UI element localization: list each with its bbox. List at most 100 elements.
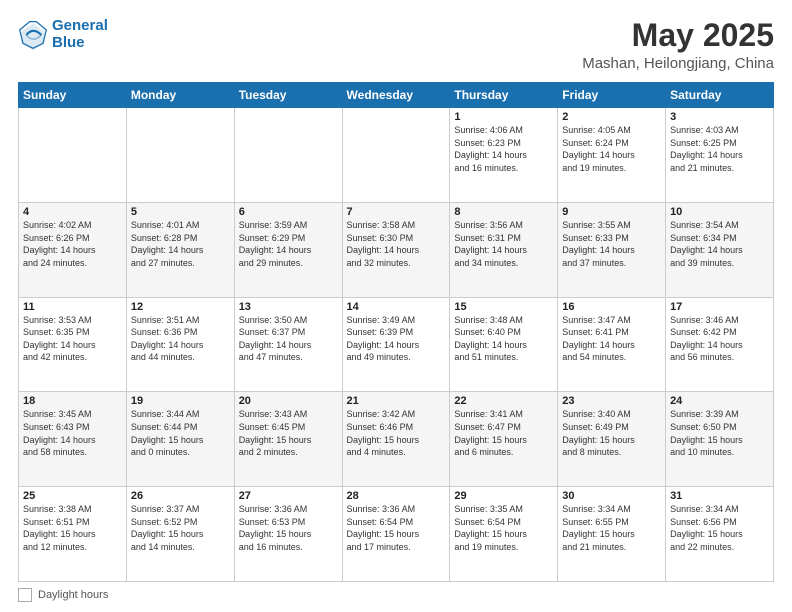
- day-number: 2: [562, 111, 661, 123]
- header: General Blue May 2025 Mashan, Heilongjia…: [18, 18, 774, 72]
- calendar-cell: 20Sunrise: 3:43 AM Sunset: 6:45 PM Dayli…: [234, 392, 342, 487]
- calendar-cell: [126, 108, 234, 203]
- day-number: 25: [23, 490, 122, 502]
- day-number: 29: [454, 490, 553, 502]
- calendar-cell: 22Sunrise: 3:41 AM Sunset: 6:47 PM Dayli…: [450, 392, 558, 487]
- calendar-week-2: 11Sunrise: 3:53 AM Sunset: 6:35 PM Dayli…: [19, 297, 774, 392]
- calendar-cell: 2Sunrise: 4:05 AM Sunset: 6:24 PM Daylig…: [558, 108, 666, 203]
- day-number: 6: [239, 206, 338, 218]
- day-number: 22: [454, 395, 553, 407]
- calendar-cell: 31Sunrise: 3:34 AM Sunset: 6:56 PM Dayli…: [666, 487, 774, 582]
- page: General Blue May 2025 Mashan, Heilongjia…: [0, 0, 792, 612]
- calendar-table: SundayMondayTuesdayWednesdayThursdayFrid…: [18, 82, 774, 582]
- day-info: Sunrise: 3:40 AM Sunset: 6:49 PM Dayligh…: [562, 408, 661, 458]
- day-number: 14: [347, 301, 446, 313]
- day-number: 21: [347, 395, 446, 407]
- day-number: 7: [347, 206, 446, 218]
- day-number: 31: [670, 490, 769, 502]
- day-info: Sunrise: 4:03 AM Sunset: 6:25 PM Dayligh…: [670, 124, 769, 174]
- calendar-week-0: 1Sunrise: 4:06 AM Sunset: 6:23 PM Daylig…: [19, 108, 774, 203]
- calendar-cell: 16Sunrise: 3:47 AM Sunset: 6:41 PM Dayli…: [558, 297, 666, 392]
- calendar-cell: 18Sunrise: 3:45 AM Sunset: 6:43 PM Dayli…: [19, 392, 127, 487]
- day-info: Sunrise: 3:49 AM Sunset: 6:39 PM Dayligh…: [347, 314, 446, 364]
- calendar-cell: 11Sunrise: 3:53 AM Sunset: 6:35 PM Dayli…: [19, 297, 127, 392]
- day-info: Sunrise: 3:38 AM Sunset: 6:51 PM Dayligh…: [23, 503, 122, 553]
- day-number: 30: [562, 490, 661, 502]
- month-title: May 2025: [582, 18, 774, 53]
- day-info: Sunrise: 3:51 AM Sunset: 6:36 PM Dayligh…: [131, 314, 230, 364]
- day-number: 10: [670, 206, 769, 218]
- calendar-cell: 13Sunrise: 3:50 AM Sunset: 6:37 PM Dayli…: [234, 297, 342, 392]
- calendar-cell: 17Sunrise: 3:46 AM Sunset: 6:42 PM Dayli…: [666, 297, 774, 392]
- day-info: Sunrise: 3:37 AM Sunset: 6:52 PM Dayligh…: [131, 503, 230, 553]
- daylight-box: [18, 588, 32, 602]
- calendar-cell: 26Sunrise: 3:37 AM Sunset: 6:52 PM Dayli…: [126, 487, 234, 582]
- day-number: 17: [670, 301, 769, 313]
- calendar-cell: 10Sunrise: 3:54 AM Sunset: 6:34 PM Dayli…: [666, 202, 774, 297]
- subtitle: Mashan, Heilongjiang, China: [582, 55, 774, 72]
- calendar-cell: 30Sunrise: 3:34 AM Sunset: 6:55 PM Dayli…: [558, 487, 666, 582]
- day-info: Sunrise: 3:58 AM Sunset: 6:30 PM Dayligh…: [347, 219, 446, 269]
- calendar-cell: 9Sunrise: 3:55 AM Sunset: 6:33 PM Daylig…: [558, 202, 666, 297]
- day-info: Sunrise: 3:50 AM Sunset: 6:37 PM Dayligh…: [239, 314, 338, 364]
- calendar-cell: [342, 108, 450, 203]
- title-block: May 2025 Mashan, Heilongjiang, China: [582, 18, 774, 72]
- calendar-week-1: 4Sunrise: 4:02 AM Sunset: 6:26 PM Daylig…: [19, 202, 774, 297]
- calendar-cell: [234, 108, 342, 203]
- calendar-cell: 29Sunrise: 3:35 AM Sunset: 6:54 PM Dayli…: [450, 487, 558, 582]
- calendar-cell: 8Sunrise: 3:56 AM Sunset: 6:31 PM Daylig…: [450, 202, 558, 297]
- day-info: Sunrise: 3:47 AM Sunset: 6:41 PM Dayligh…: [562, 314, 661, 364]
- calendar-cell: 28Sunrise: 3:36 AM Sunset: 6:54 PM Dayli…: [342, 487, 450, 582]
- day-number: 13: [239, 301, 338, 313]
- calendar-cell: 27Sunrise: 3:36 AM Sunset: 6:53 PM Dayli…: [234, 487, 342, 582]
- day-number: 4: [23, 206, 122, 218]
- day-number: 9: [562, 206, 661, 218]
- day-number: 28: [347, 490, 446, 502]
- day-number: 23: [562, 395, 661, 407]
- header-cell-friday: Friday: [558, 83, 666, 108]
- day-info: Sunrise: 3:34 AM Sunset: 6:56 PM Dayligh…: [670, 503, 769, 553]
- header-cell-wednesday: Wednesday: [342, 83, 450, 108]
- calendar-week-4: 25Sunrise: 3:38 AM Sunset: 6:51 PM Dayli…: [19, 487, 774, 582]
- day-info: Sunrise: 3:41 AM Sunset: 6:47 PM Dayligh…: [454, 408, 553, 458]
- day-number: 3: [670, 111, 769, 123]
- calendar-body: 1Sunrise: 4:06 AM Sunset: 6:23 PM Daylig…: [19, 108, 774, 582]
- header-cell-thursday: Thursday: [450, 83, 558, 108]
- day-info: Sunrise: 3:34 AM Sunset: 6:55 PM Dayligh…: [562, 503, 661, 553]
- day-info: Sunrise: 3:46 AM Sunset: 6:42 PM Dayligh…: [670, 314, 769, 364]
- day-number: 18: [23, 395, 122, 407]
- calendar-cell: 4Sunrise: 4:02 AM Sunset: 6:26 PM Daylig…: [19, 202, 127, 297]
- day-info: Sunrise: 4:01 AM Sunset: 6:28 PM Dayligh…: [131, 219, 230, 269]
- calendar-cell: 19Sunrise: 3:44 AM Sunset: 6:44 PM Dayli…: [126, 392, 234, 487]
- day-info: Sunrise: 3:36 AM Sunset: 6:53 PM Dayligh…: [239, 503, 338, 553]
- day-number: 20: [239, 395, 338, 407]
- day-info: Sunrise: 3:43 AM Sunset: 6:45 PM Dayligh…: [239, 408, 338, 458]
- header-cell-sunday: Sunday: [19, 83, 127, 108]
- day-info: Sunrise: 3:42 AM Sunset: 6:46 PM Dayligh…: [347, 408, 446, 458]
- day-info: Sunrise: 3:54 AM Sunset: 6:34 PM Dayligh…: [670, 219, 769, 269]
- day-info: Sunrise: 3:53 AM Sunset: 6:35 PM Dayligh…: [23, 314, 122, 364]
- day-info: Sunrise: 4:05 AM Sunset: 6:24 PM Dayligh…: [562, 124, 661, 174]
- daylight-label: Daylight hours: [38, 589, 108, 601]
- day-number: 19: [131, 395, 230, 407]
- logo-icon: [18, 20, 48, 50]
- calendar-week-3: 18Sunrise: 3:45 AM Sunset: 6:43 PM Dayli…: [19, 392, 774, 487]
- header-cell-tuesday: Tuesday: [234, 83, 342, 108]
- day-number: 1: [454, 111, 553, 123]
- day-info: Sunrise: 4:02 AM Sunset: 6:26 PM Dayligh…: [23, 219, 122, 269]
- day-number: 26: [131, 490, 230, 502]
- calendar-cell: 3Sunrise: 4:03 AM Sunset: 6:25 PM Daylig…: [666, 108, 774, 203]
- calendar-cell: 6Sunrise: 3:59 AM Sunset: 6:29 PM Daylig…: [234, 202, 342, 297]
- header-cell-monday: Monday: [126, 83, 234, 108]
- header-row: SundayMondayTuesdayWednesdayThursdayFrid…: [19, 83, 774, 108]
- day-info: Sunrise: 3:44 AM Sunset: 6:44 PM Dayligh…: [131, 408, 230, 458]
- day-number: 11: [23, 301, 122, 313]
- footer: Daylight hours: [18, 588, 774, 602]
- calendar-header: SundayMondayTuesdayWednesdayThursdayFrid…: [19, 83, 774, 108]
- calendar-cell: [19, 108, 127, 203]
- day-number: 5: [131, 206, 230, 218]
- calendar-cell: 7Sunrise: 3:58 AM Sunset: 6:30 PM Daylig…: [342, 202, 450, 297]
- day-info: Sunrise: 3:36 AM Sunset: 6:54 PM Dayligh…: [347, 503, 446, 553]
- calendar-cell: 5Sunrise: 4:01 AM Sunset: 6:28 PM Daylig…: [126, 202, 234, 297]
- calendar-cell: 24Sunrise: 3:39 AM Sunset: 6:50 PM Dayli…: [666, 392, 774, 487]
